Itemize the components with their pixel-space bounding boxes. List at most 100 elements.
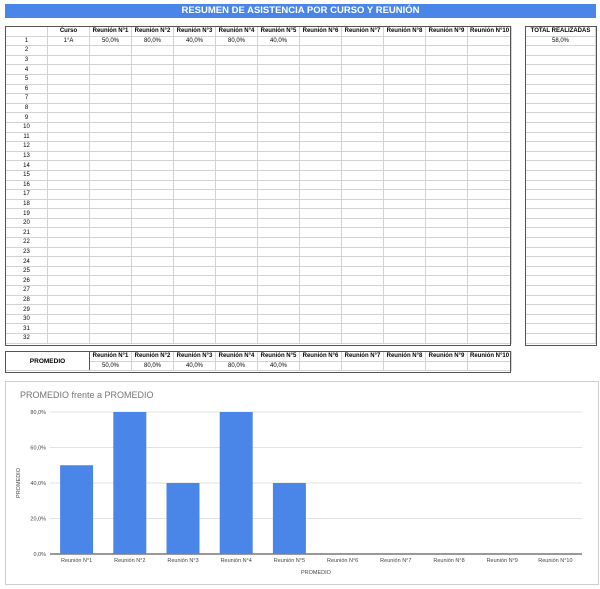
attendance-cell[interactable] [131,93,174,104]
attendance-cell[interactable] [131,73,174,85]
attendance-cell[interactable] [215,294,258,306]
promedio-value[interactable] [383,360,426,372]
row-number-cell[interactable]: 11 [5,131,48,143]
attendance-cell[interactable] [257,237,300,248]
attendance-cell[interactable] [257,112,300,123]
attendance-cell[interactable] [215,141,258,152]
attendance-cell[interactable] [341,237,384,248]
attendance-cell[interactable] [131,141,174,152]
attendance-cell[interactable] [425,112,468,123]
attendance-cell[interactable] [466,227,513,239]
row-number-cell[interactable]: 25 [5,265,48,277]
attendance-cell[interactable] [173,189,216,200]
promedio-value[interactable] [299,360,342,372]
attendance-cell[interactable] [131,265,174,277]
attendance-cell[interactable] [299,333,342,344]
curso-cell[interactable] [47,102,90,114]
attendance-cell[interactable] [173,285,216,296]
attendance-cell[interactable] [341,198,384,210]
bar[interactable] [219,412,253,554]
attendance-cell[interactable] [425,102,468,114]
attendance-cell[interactable] [89,45,132,56]
attendance-cell[interactable] [173,313,216,325]
attendance-cell[interactable] [89,227,132,239]
attendance-cell[interactable] [466,304,513,315]
attendance-cell[interactable] [299,160,342,171]
promedio-header[interactable]: Reunión N°7 [341,351,384,362]
attendance-cell[interactable] [131,54,174,66]
promedio-value[interactable]: 80,0% [215,360,258,372]
attendance-cell[interactable] [299,189,342,200]
attendance-cell[interactable] [341,83,384,95]
curso-cell[interactable]: 1°A [47,35,90,47]
attendance-cell[interactable] [131,217,174,229]
attendance-cell[interactable] [257,102,300,114]
column-header[interactable]: Curso [47,26,90,37]
attendance-cell[interactable] [466,217,513,229]
attendance-cell[interactable] [466,265,513,277]
attendance-cell[interactable] [215,121,258,133]
attendance-cell[interactable] [299,112,342,123]
attendance-cell[interactable] [466,333,513,344]
attendance-cell[interactable] [425,237,468,248]
attendance-cell[interactable] [466,64,513,75]
attendance-cell[interactable] [383,102,426,114]
attendance-cell[interactable] [466,141,513,152]
column-header[interactable]: Reunión N°2 [131,26,174,37]
attendance-cell[interactable] [257,198,300,210]
attendance-cell[interactable] [173,93,216,104]
attendance-cell[interactable] [89,83,132,95]
attendance-cell[interactable] [299,217,342,229]
attendance-cell[interactable] [173,83,216,95]
attendance-cell[interactable] [466,246,513,258]
curso-cell[interactable] [47,208,90,219]
attendance-cell[interactable] [215,64,258,75]
total-cell[interactable]: 58,0% [525,35,596,47]
row-number-cell[interactable]: 22 [5,237,48,248]
total-cell[interactable] [525,112,596,123]
attendance-cell[interactable] [257,73,300,85]
attendance-cell[interactable] [89,304,132,315]
row-number-cell[interactable]: 27 [5,285,48,296]
row-number-cell[interactable]: 26 [5,275,48,287]
attendance-cell[interactable] [383,227,426,239]
promedio-chart[interactable]: PROMEDIO frente a PROMEDIO 0,0% 20,0% 40,0… [5,381,599,585]
attendance-cell[interactable] [383,169,426,181]
attendance-cell[interactable] [173,169,216,181]
attendance-cell[interactable] [131,179,174,191]
row-number-cell[interactable]: 12 [5,141,48,152]
promedio-header[interactable]: Reunión N°1 [89,351,132,362]
attendance-cell[interactable] [425,304,468,315]
row-number-cell[interactable]: 17 [5,189,48,200]
attendance-cell[interactable] [383,294,426,306]
attendance-cell[interactable] [341,179,384,191]
attendance-cell[interactable] [131,160,174,171]
attendance-cell[interactable] [131,169,174,181]
attendance-cell[interactable] [341,93,384,104]
attendance-cell[interactable] [89,265,132,277]
attendance-cell[interactable] [89,179,132,191]
promedio-header[interactable]: Reunión N°4 [215,351,258,362]
column-header[interactable]: Reunión N°6 [299,26,342,37]
attendance-cell[interactable] [173,246,216,258]
attendance-cell[interactable] [173,112,216,123]
total-cell[interactable] [525,54,596,66]
promedio-header[interactable]: Reunión N°3 [173,351,216,362]
attendance-cell[interactable] [299,64,342,75]
attendance-cell[interactable] [425,131,468,143]
attendance-cell[interactable] [341,73,384,85]
curso-cell[interactable] [47,121,90,133]
attendance-cell[interactable] [131,285,174,296]
attendance-cell[interactable] [215,83,258,95]
attendance-cell[interactable] [383,198,426,210]
attendance-cell[interactable] [466,83,513,95]
promedio-header[interactable]: Reunión N°10 [466,351,513,362]
attendance-cell[interactable] [89,169,132,181]
attendance-cell[interactable] [257,246,300,258]
attendance-cell[interactable] [383,150,426,162]
attendance-cell[interactable] [131,246,174,258]
attendance-cell[interactable] [299,323,342,334]
attendance-cell[interactable] [131,150,174,162]
attendance-cell[interactable] [341,102,384,114]
attendance-cell[interactable] [425,208,468,219]
